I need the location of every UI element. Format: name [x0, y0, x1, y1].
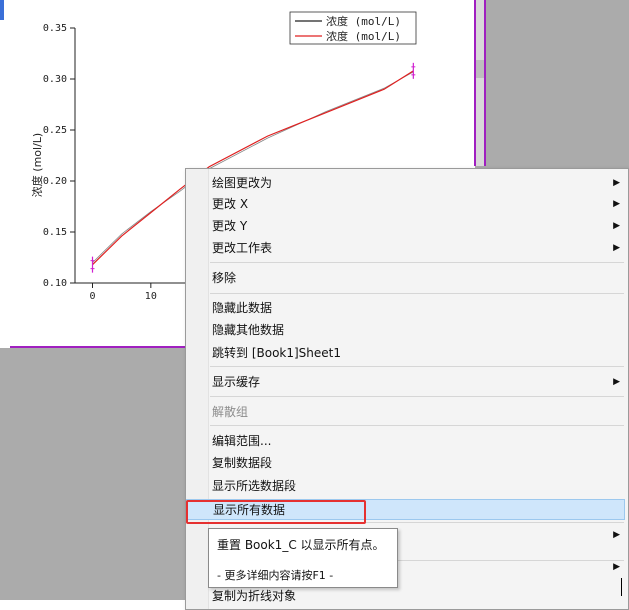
menu-item-label: 移除	[212, 271, 237, 285]
menu-item-change-y[interactable]: 更改 Y ▶	[212, 216, 622, 237]
menu-item-hide-this-data[interactable]: 隐藏此数据	[212, 298, 622, 319]
menu-item-label: 隐藏此数据	[212, 301, 273, 315]
graph-window-border-2	[484, 0, 486, 166]
menu-item-change-worksheet[interactable]: 更改工作表 ▶	[212, 238, 622, 259]
menu-item-change-x[interactable]: 更改 X ▶	[212, 194, 622, 215]
y-tick-label: 0.10	[43, 278, 67, 289]
y-tick-label: 0.15	[43, 227, 67, 238]
menu-item-copy-data-segment[interactable]: 复制数据段	[212, 453, 622, 474]
submenu-arrow-icon: ▶	[613, 178, 620, 188]
menu-item-label: 更改 X	[212, 197, 249, 211]
menu-item-label: 显示缓存	[212, 375, 261, 389]
menu-item-label: 更改工作表	[212, 241, 273, 255]
menu-icon-gutter	[186, 169, 209, 609]
graph-window-scrollbar[interactable]	[476, 0, 484, 166]
text-cursor	[621, 578, 622, 596]
tooltip-text: 重置 Book1_C 以显示所有点。	[217, 538, 385, 552]
y-axis-label: 浓度 (mol/L)	[30, 133, 44, 197]
tooltip-help-hint: - 更多详细内容请按F1 -	[217, 569, 334, 582]
menu-item-remove[interactable]: 移除	[212, 268, 622, 289]
tooltip: 重置 Book1_C 以显示所有点。 - 更多详细内容请按F1 -	[208, 528, 398, 588]
annotation-highlight-box	[186, 500, 366, 524]
menu-item-label: 编辑范围...	[212, 434, 272, 448]
menu-item-goto-sheet[interactable]: 跳转到 [Book1]Sheet1	[212, 343, 622, 364]
menu-separator	[210, 425, 624, 426]
menu-item-label: 隐藏其他数据	[212, 323, 285, 337]
menu-separator	[210, 293, 624, 294]
menu-item-change-plot-to[interactable]: 绘图更改为 ▶	[212, 173, 622, 194]
submenu-arrow-icon: ▶	[613, 377, 620, 387]
submenu-arrow-icon: ▶	[613, 562, 620, 572]
graph-window-bottom-border	[10, 346, 190, 348]
menu-item-label: 显示所选数据段	[212, 479, 297, 493]
x-tick-label: 10	[145, 291, 157, 302]
y-tick-label: 0.35	[43, 23, 67, 34]
menu-separator	[210, 396, 624, 397]
submenu-arrow-icon: ▶	[613, 221, 620, 231]
menu-item-show-cache[interactable]: 显示缓存 ▶	[212, 372, 622, 393]
legend-entry-2: 浓度 (mol/L)	[326, 29, 401, 43]
submenu-arrow-icon: ▶	[613, 243, 620, 253]
menu-item-copy-as-polyline[interactable]: 复制为折线对象	[212, 586, 622, 607]
submenu-arrow-icon: ▶	[613, 199, 620, 209]
menu-item-label: 跳转到 [Book1]Sheet1	[212, 346, 342, 360]
menu-separator	[210, 262, 624, 263]
y-tick-label: 0.30	[43, 74, 67, 85]
menu-item-edit-range[interactable]: 编辑范围...	[212, 431, 622, 452]
legend-entry-1: 浓度 (mol/L)	[326, 14, 401, 28]
y-tick-label: 0.25	[43, 125, 67, 136]
menu-item-label: 更改 Y	[212, 219, 248, 233]
menu-item-ungroup[interactable]: 解散组	[212, 402, 622, 423]
x-tick-label: 0	[89, 291, 95, 302]
menu-item-label: 复制数据段	[212, 456, 273, 470]
y-tick-label: 0.20	[43, 176, 67, 187]
plot-legend[interactable]: 浓度 (mol/L)浓度 (mol/L)	[289, 11, 417, 45]
menu-item-label: 复制为折线对象	[212, 589, 297, 603]
menu-item-label: 绘图更改为	[212, 176, 273, 190]
menu-item-show-selected-segment[interactable]: 显示所选数据段	[212, 476, 622, 497]
menu-item-hide-other-data[interactable]: 隐藏其他数据	[212, 320, 622, 341]
scrollbar-thumb[interactable]	[476, 60, 484, 78]
menu-item-label: 解散组	[212, 405, 249, 419]
menu-separator	[210, 366, 624, 367]
submenu-arrow-icon: ▶	[613, 530, 620, 540]
